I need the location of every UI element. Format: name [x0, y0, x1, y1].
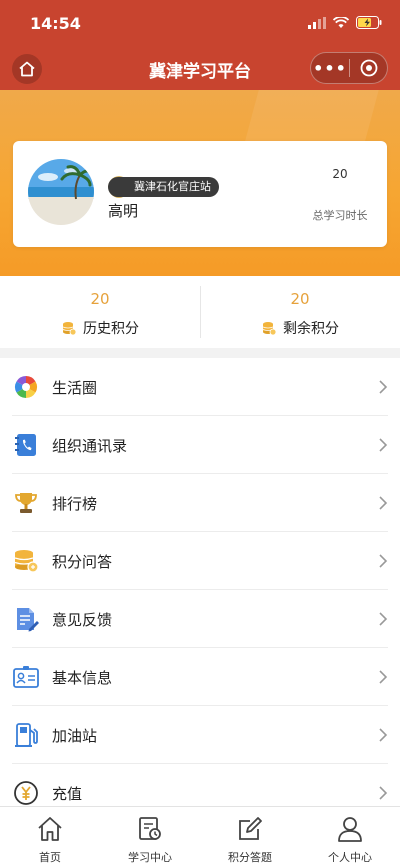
chevron-right-icon [379, 554, 388, 568]
menu-item-label: 基本信息 [52, 669, 113, 687]
menu-item-label: 加油站 [52, 727, 98, 745]
pinwheel-icon [15, 376, 37, 398]
avatar[interactable] [28, 159, 94, 225]
history-points-label: 历史积分 [83, 321, 139, 337]
person-icon [338, 817, 362, 842]
trophy-icon [15, 493, 37, 513]
menu-item-label: 生活圈 [52, 379, 98, 397]
menu-item-label: 意见反馈 [52, 611, 113, 629]
target-icon [360, 59, 377, 77]
menu-item-recharge[interactable]: 充值 [0, 764, 400, 806]
user-name: 高明 [108, 202, 139, 220]
menu-list: 生活圈 组织通讯录 排行榜 积分问答 意见反馈 基本信息 加油站 充值 [0, 358, 400, 806]
chevron-right-icon [379, 728, 388, 742]
study-time-value: 20 [332, 167, 348, 181]
menu-item-basic-info[interactable]: 基本信息 [0, 648, 400, 706]
phone-book-icon [15, 434, 36, 456]
chevron-right-icon [379, 438, 388, 452]
tab-label: 学习中心 [128, 851, 172, 864]
menu-item-contacts[interactable]: 组织通讯录 [0, 416, 400, 474]
chevron-right-icon [379, 496, 388, 510]
tab-home[interactable]: 首页 [0, 807, 100, 866]
status-icons [308, 16, 382, 29]
yuan-coin-icon [14, 781, 38, 805]
edit-icon [239, 817, 262, 840]
study-icon [139, 817, 161, 840]
menu-item-gas-station[interactable]: 加油站 [0, 706, 400, 764]
close-miniprogram-button[interactable] [350, 53, 387, 83]
points-summary: 20 历史积分 20 剩余积分 [0, 276, 400, 348]
history-points-value: 20 [90, 290, 110, 308]
tab-label: 个人中心 [328, 851, 372, 864]
remaining-points-label: 剩余积分 [283, 321, 339, 337]
capsule-menu: ••• [310, 52, 388, 84]
chevron-right-icon [379, 670, 388, 684]
tab-points-quiz[interactable]: 积分答题 [200, 807, 300, 866]
remaining-points[interactable]: 20 剩余积分 [200, 276, 400, 348]
coins-icon [14, 550, 39, 573]
history-points-label-row: 历史积分 [0, 318, 200, 338]
tab-study-center[interactable]: 学习中心 [100, 807, 200, 866]
station-badge: 冀津石化官庄站 [108, 177, 219, 197]
coins-icon [62, 322, 77, 336]
menu-item-leaderboard[interactable]: 排行榜 [0, 474, 400, 532]
tab-label: 积分答题 [228, 851, 272, 864]
status-bar: 14:54 [0, 0, 400, 46]
menu-item-label: 积分问答 [52, 553, 113, 571]
menu-item-feedback[interactable]: 意见反馈 [0, 590, 400, 648]
chevron-right-icon [379, 380, 388, 394]
home-icon [38, 817, 62, 841]
history-points[interactable]: 20 历史积分 [0, 276, 200, 348]
id-card-icon [13, 666, 39, 688]
fuel-pump-icon [15, 723, 38, 747]
battery-icon [356, 16, 382, 29]
coins-icon [262, 322, 277, 336]
chevron-right-icon [379, 786, 388, 800]
study-time-label: 总学习时长 [312, 209, 368, 222]
menu-item-label: 排行榜 [52, 495, 98, 513]
menu-item-label: 组织通讯录 [52, 437, 128, 455]
nav-bar: 冀津学习平台 ••• [0, 46, 400, 90]
remaining-points-value: 20 [290, 290, 310, 308]
menu-item-points-quiz[interactable]: 积分问答 [0, 532, 400, 590]
wifi-icon [333, 16, 349, 28]
chevron-right-icon [379, 612, 388, 626]
menu-item-life-circle[interactable]: 生活圈 [0, 358, 400, 416]
beach-avatar-image [28, 159, 94, 225]
tab-label: 首页 [39, 851, 61, 864]
menu-item-label: 充值 [52, 785, 83, 803]
status-time: 14:54 [30, 14, 81, 33]
more-button[interactable]: ••• [311, 53, 349, 83]
tab-bar: 首页 学习中心 积分答题 个人中心 [0, 806, 400, 866]
feedback-icon [17, 608, 39, 632]
remaining-points-label-row: 剩余积分 [200, 318, 400, 338]
signal-icon [308, 16, 326, 29]
tab-personal-center[interactable]: 个人中心 [300, 807, 400, 866]
